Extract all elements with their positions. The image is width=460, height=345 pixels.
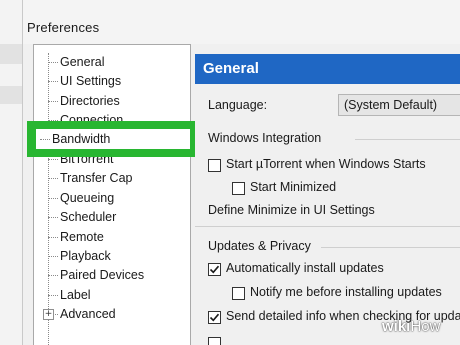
tree-branch [48,198,58,200]
tree-item-playback[interactable]: Playback [48,247,111,266]
window-title: Preferences [27,20,100,35]
tree-item-transfer-cap[interactable]: Transfer Cap [48,169,132,188]
tree-item-remote[interactable]: Remote [48,228,104,247]
tree-branch [48,275,58,277]
section-header: General [195,54,460,84]
tree-item-general[interactable]: General [48,53,104,72]
start-with-windows-checkbox[interactable] [208,159,221,172]
background-stripe [0,44,22,64]
send-info-checkbox[interactable] [208,311,221,324]
language-label: Language: [208,98,268,112]
tree-item-label: Label [60,288,91,302]
tree-item-bandwidth[interactable]: Bandwidth [36,129,190,149]
tree-item-label: Transfer Cap [60,171,133,185]
start-with-windows-label: Start µTorrent when Windows Starts [226,157,426,171]
tree-branch [48,217,58,219]
tree-branch [48,81,58,83]
tree-branch [48,101,58,103]
language-select[interactable]: (System Default) [338,94,460,116]
tree-item-label: Remote [60,230,104,244]
watermark-wiki: wiki [382,318,411,335]
minimize-note: Define Minimize in UI Settings [208,203,375,217]
tree-item-scheduler[interactable]: Scheduler [48,208,116,227]
tree-branch [48,62,58,64]
tree-item-paired-devices[interactable]: Paired Devices [48,266,144,285]
checkmark-icon [209,313,220,322]
notify-before-checkbox[interactable] [232,287,245,300]
settings-pane: General Language: (System Default) Windo… [195,54,460,345]
tree-item-label: Scheduler [60,210,117,224]
expand-plus-icon[interactable]: + [43,309,54,320]
preferences-dialog: Preferences General UI Settings Director… [22,0,460,345]
auto-install-checkbox[interactable] [208,263,221,276]
windows-integration-title: Windows Integration [208,131,322,145]
tree-item-label: UI Settings [60,74,122,88]
tree-item-label: Directories [60,94,120,108]
checkmark-icon [209,265,220,274]
background-stripe [0,86,22,104]
group-divider [355,139,460,140]
tree-branch [48,159,58,161]
tree-item-label: General [60,55,105,69]
partial-checkbox[interactable] [208,337,221,345]
preferences-tree[interactable]: General UI Settings Directories Connecti… [33,44,191,345]
tree-item-label: Bandwidth [52,132,111,146]
tree-branch [40,139,50,140]
title-bar: Preferences [23,0,460,44]
watermark-how: How [410,318,441,335]
tree-item-label: Advanced [60,307,116,321]
tree-branch [48,295,58,297]
tree-item-label: Queueing [60,191,115,205]
tree-item-label: Playback [60,249,111,263]
wikihow-watermark: wikiHow [382,318,440,335]
bandwidth-highlight-box: Bandwidth [27,121,195,157]
tree-item-ui-settings[interactable]: UI Settings [48,72,121,91]
notify-before-label: Notify me before installing updates [250,285,442,299]
tree-item-advanced[interactable]: + Advanced [43,305,116,324]
start-minimized-label: Start Minimized [250,180,337,194]
section-divider [195,226,460,227]
tree-item-queueing[interactable]: Queueing [48,189,114,208]
tree-item-directories[interactable]: Directories [48,92,120,111]
tree-item-label: Paired Devices [60,268,145,282]
tree-branch [48,178,58,180]
tree-item-label-category[interactable]: Label [48,286,91,305]
auto-install-label: Automatically install updates [226,261,384,275]
tree-branch [48,237,58,239]
screenshot-scene: Preferences General UI Settings Director… [0,0,460,345]
group-divider [321,247,460,248]
start-minimized-checkbox[interactable] [232,182,245,195]
tree-branch [48,256,58,258]
background-window [0,0,22,345]
updates-privacy-title: Updates & Privacy [208,239,311,253]
